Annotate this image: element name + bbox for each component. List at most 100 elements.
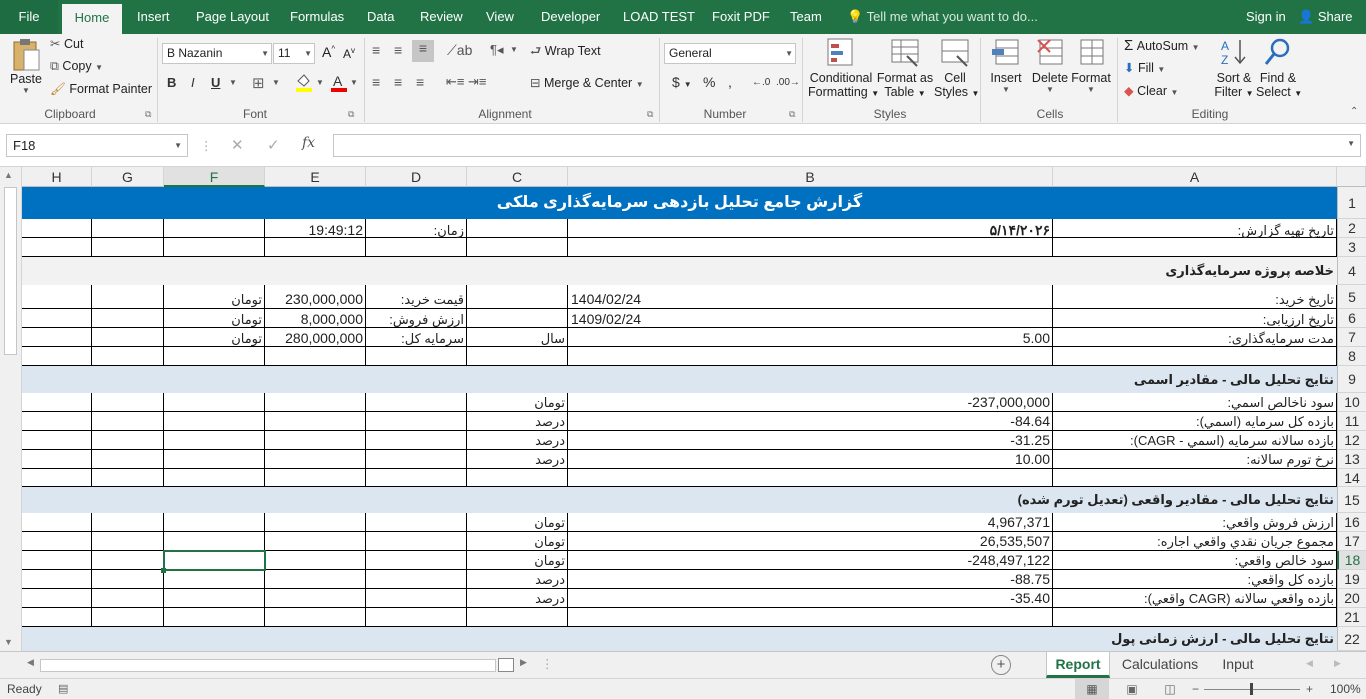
row-header[interactable]: 20 (1337, 589, 1366, 608)
tab-foxit-pdf[interactable]: Foxit PDF (712, 0, 770, 34)
row-header[interactable]: 19 (1337, 570, 1366, 589)
grid-cell[interactable] (164, 570, 265, 589)
scroll-right-icon[interactable]: ▶ (520, 657, 527, 668)
decrease-font-size-button[interactable]: Av (343, 46, 355, 61)
row-header[interactable]: 16 (1337, 513, 1366, 532)
name-box[interactable]: F18 ▼ (6, 134, 188, 157)
autosum-button[interactable]: Σ AutoSum ▼ (1124, 37, 1200, 54)
row-header[interactable]: 22 (1337, 627, 1366, 651)
vertical-scrollbar[interactable]: ▲ ▼ (0, 167, 22, 651)
grid-cell[interactable] (22, 431, 92, 450)
dialog-launcher-icon[interactable]: ⧉ (348, 109, 354, 120)
row-header[interactable]: 13 (1337, 450, 1366, 469)
grid-cell[interactable] (92, 469, 164, 487)
column-header-d[interactable]: D (366, 167, 467, 187)
grid-cell[interactable] (22, 589, 92, 608)
dialog-launcher-icon[interactable]: ⧉ (145, 109, 151, 120)
grid-cell[interactable] (164, 412, 265, 431)
grid-cell[interactable] (366, 532, 467, 551)
grid-cell[interactable] (164, 219, 265, 238)
grid-cell[interactable] (92, 393, 164, 412)
column-header-f[interactable]: F (164, 167, 265, 187)
grid-cell[interactable] (467, 285, 568, 309)
select-all-corner[interactable] (1337, 167, 1366, 187)
sheet-tab-input[interactable]: Input (1212, 652, 1264, 678)
tab-file[interactable]: File (0, 0, 58, 34)
grid-cell[interactable] (92, 412, 164, 431)
row-header[interactable]: 7 (1337, 328, 1366, 347)
increase-indent-icon[interactable]: ⇥≡ (468, 74, 486, 90)
format-cells-button[interactable]: Format ▼ (1070, 36, 1112, 94)
fill-button[interactable]: ⬇ Fill ▼ (1124, 60, 1165, 75)
copy-button[interactable]: ⧉ Copy ▼ (50, 59, 103, 74)
tab-insert[interactable]: Insert (137, 0, 170, 34)
grid-cell[interactable] (265, 532, 366, 551)
scroll-tabs-right-icon[interactable]: ▶ (1334, 658, 1341, 669)
grid-cell[interactable] (22, 219, 92, 238)
grid-cell[interactable] (265, 347, 366, 366)
grid-cell[interactable] (92, 532, 164, 551)
grid-cell[interactable] (92, 450, 164, 469)
grid-cell[interactable] (265, 551, 366, 570)
grid-cell[interactable] (22, 513, 92, 532)
chevron-down-icon[interactable]: ▼ (350, 78, 358, 87)
grid-cell[interactable] (1053, 469, 1337, 487)
grid-cell[interactable] (164, 513, 265, 532)
bottom-align-icon[interactable]: ≡ (412, 40, 434, 62)
grid-cell[interactable] (467, 608, 568, 627)
share-button[interactable]: 👤 Share (1298, 0, 1353, 34)
find-select-button[interactable]: Find & Select ▼ (1256, 36, 1302, 99)
align-left-icon[interactable]: ≡ (372, 74, 380, 90)
underline-button[interactable]: U (211, 75, 220, 90)
grid-cell[interactable] (164, 347, 265, 366)
grid-cell[interactable] (164, 532, 265, 551)
grid-cell[interactable] (164, 431, 265, 450)
grid-cell[interactable] (366, 393, 467, 412)
normal-view-icon[interactable]: ▦ (1075, 679, 1109, 699)
grid-cell[interactable] (265, 393, 366, 412)
grid-cell[interactable] (366, 431, 467, 450)
conditional-formatting-button[interactable]: Conditional Formatting ▼ (808, 36, 879, 99)
tell-me-box[interactable]: 💡 Tell me what you want to do... (847, 0, 1038, 34)
grid-cell[interactable] (164, 393, 265, 412)
grid-cell[interactable] (92, 513, 164, 532)
grid-cell[interactable] (366, 469, 467, 487)
grid-cell[interactable] (92, 608, 164, 627)
grid-cell[interactable] (22, 347, 92, 366)
insert-function-icon[interactable]: fx (302, 135, 315, 151)
font-name-combo[interactable]: B Nazanin ▼ (162, 43, 272, 64)
tab-developer[interactable]: Developer (541, 0, 600, 34)
grid-cell[interactable] (265, 570, 366, 589)
column-header-g[interactable]: G (92, 167, 164, 187)
row-header[interactable]: 5 (1337, 285, 1366, 309)
orientation-icon[interactable]: ⟋ab (447, 42, 472, 59)
grid-cell[interactable] (265, 469, 366, 487)
scroll-left-icon[interactable]: ◀ (27, 657, 34, 668)
percent-icon[interactable]: % (703, 74, 715, 90)
sheet-tab-calculations[interactable]: Calculations (1115, 652, 1205, 678)
format-as-table-button[interactable]: Format as Table ▼ (876, 36, 934, 99)
grid-cell[interactable] (366, 608, 467, 627)
grid-cell[interactable] (22, 412, 92, 431)
grid-cell[interactable] (366, 347, 467, 366)
grid-cell[interactable] (22, 551, 92, 570)
grid-cell[interactable] (1053, 608, 1337, 627)
grid-cell[interactable] (1053, 347, 1337, 366)
new-sheet-button[interactable]: + (991, 655, 1011, 675)
decrease-decimal-icon[interactable]: .00→ (776, 77, 800, 88)
number-format-combo[interactable]: General ▼ (664, 43, 796, 64)
row-header[interactable]: 8 (1337, 347, 1366, 366)
column-header-a[interactable]: A (1053, 167, 1337, 187)
grid-cell[interactable] (22, 532, 92, 551)
row-header[interactable]: 10 (1337, 393, 1366, 412)
fill-handle[interactable] (161, 568, 166, 573)
tab-view[interactable]: View (486, 0, 514, 34)
grid-cell[interactable] (164, 450, 265, 469)
tab-load-test[interactable]: LOAD TEST (623, 0, 695, 34)
sheet-tab-report[interactable]: Report (1046, 652, 1110, 678)
grid-cell[interactable] (467, 347, 568, 366)
grid-cell[interactable] (164, 238, 265, 257)
grid-cell[interactable] (467, 219, 568, 238)
merge-center-button[interactable]: ⊟ Merge & Center ▼ (530, 75, 644, 90)
grid-cell[interactable] (22, 469, 92, 487)
